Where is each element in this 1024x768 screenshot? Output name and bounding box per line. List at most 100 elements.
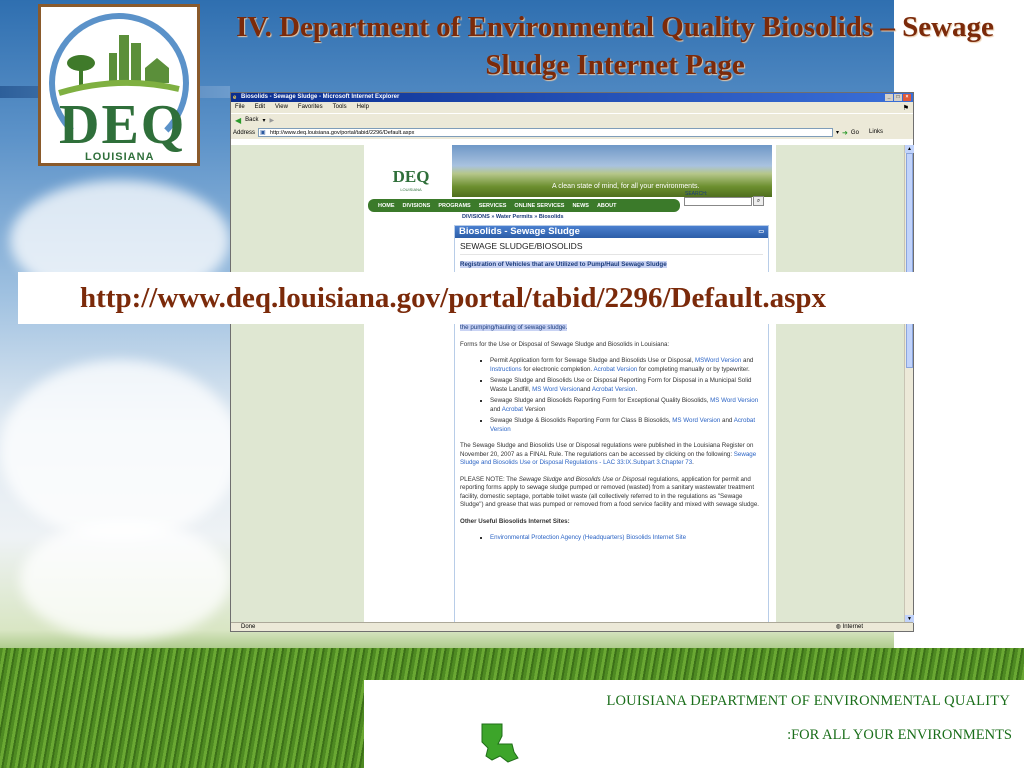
windows-flag-icon: ⚑ [902,105,909,112]
status-text: Done [241,624,256,630]
logo-subtext: LOUISIANA [85,151,155,163]
browser-toolbar: ◀ Back ▾ ▶ [231,113,913,126]
address-bar: Address ▣ http://www.deq.louisiana.gov/p… [231,126,913,139]
zone-text: Internet [842,624,863,630]
nav-programs[interactable]: PROGRAMS [438,203,470,209]
forms-intro: Forms for the Use or Disposal of Sewage … [460,340,670,348]
footer-org: LOUISIANA DEPARTMENT OF ENVIRONMENTAL QU… [606,693,1010,709]
go-arrow-icon[interactable]: ➜ [842,129,848,137]
address-label: Address [233,129,256,136]
menu-view[interactable]: View [275,102,288,113]
nav-news[interactable]: NEWS [572,203,589,209]
msword-link[interactable]: MS Word Version [532,386,580,393]
vertical-scrollbar[interactable]: ▲ ▼ [904,145,914,623]
list-item-text: Permit Application form for Sewage Sludg… [490,357,695,364]
list-item-text: for electronic completion. [521,365,594,373]
cloud [20,520,230,640]
other-sites-heading: Other Useful Biosolids Internet Sites: [460,517,570,525]
list-item: Environmental Protection Agency (Headqua… [490,534,763,543]
scroll-thumb[interactable] [906,153,913,368]
instructions-link[interactable]: Instructions [490,366,522,373]
browser-titlebar: e Biosolids - Sewage Sludge - Microsoft … [231,93,913,102]
list-item: Sewage Sludge and Biosolids Use or Dispo… [490,377,763,394]
list-item-text: Sewage Sludge and Biosolids Reporting Fo… [490,397,711,404]
page-viewport: DEQ LOUISIANA A clean state of mind, for… [231,145,905,623]
page-icon: ▣ [260,130,266,136]
panel-title: Biosolids - Sewage Sludge [459,226,580,237]
regulations-paragraph: The Sewage Sludge and Biosolids Use or D… [460,442,754,458]
nav-services[interactable]: SERVICES [479,203,507,209]
back-arrow-icon[interactable]: ◀ [235,116,241,125]
site-logo[interactable]: DEQ LOUISIANA [382,149,440,197]
acrobat-link[interactable]: Acrobat Version [592,386,636,393]
menu-edit[interactable]: Edit [255,102,265,113]
status-bar: Done ◍ Internet [231,622,913,631]
menu-favorites[interactable]: Favorites [298,102,323,113]
nav-about[interactable]: ABOUT [597,203,617,209]
msword-link[interactable]: MSWord Version [695,357,741,364]
note-text: PLEASE NOTE: The [460,475,519,483]
nav-online-services[interactable]: ONLINE SERVICES [514,203,564,209]
msword-link[interactable]: MS Word Version [672,417,720,424]
acrobat-link[interactable]: Acrobat Version [594,366,638,373]
acrobat-link[interactable]: Acrobat [502,406,523,413]
menu-file[interactable]: File [235,102,245,113]
footer-tagline: :FOR ALL YOUR ENVIRONMENTS [787,727,1012,743]
close-button[interactable]: × [903,94,911,101]
other-links-list: Environmental Protection Agency (Headqua… [490,534,763,543]
list-item: Sewage Sludge & Biosolids Reporting Form… [490,417,763,434]
menu-help[interactable]: Help [357,102,369,113]
site-nav: HOME DIVISIONS PROGRAMS SERVICES ONLINE … [368,199,680,212]
back-button[interactable]: Back [245,117,258,123]
forward-arrow-icon[interactable]: ▶ [270,117,275,124]
globe-icon: ◍ [835,624,843,630]
site-logo-sub: LOUISIANA [400,187,422,192]
chevron-down-icon[interactable]: ▾ [263,117,266,124]
msword-link[interactable]: MS Word Version [710,397,758,404]
forms-list: Permit Application form for Sewage Sludg… [490,357,763,434]
scroll-up-icon[interactable]: ▲ [905,145,914,153]
go-button[interactable]: Go [851,130,859,136]
address-input[interactable]: ▣ http://www.deq.louisiana.gov/portal/ta… [258,128,834,137]
page-heading: SEWAGE SLUDGE/BIOSOLIDS [460,242,763,255]
search-input[interactable] [684,197,752,206]
slide-title: IV. Department of Environmental Quality … [236,11,994,81]
list-item-text: and [720,417,734,424]
collapse-icon[interactable]: ▭ [758,226,764,238]
address-value: http://www.deq.louisiana.gov/portal/tabi… [270,130,415,136]
zone-indicator: ◍ Internet [836,623,863,632]
site-logo-text: DEQ [392,167,430,186]
minimize-button[interactable]: _ [885,94,893,101]
list-item-text: Sewage Sludge & Biosolids Reporting Form… [490,417,673,424]
list-item-text: and [580,385,592,393]
search-icon[interactable]: ⌕ [753,196,764,206]
web-page: DEQ LOUISIANA A clean state of mind, for… [364,145,776,623]
url-banner: http://www.deq.louisiana.gov/portal/tabi… [18,272,1024,324]
epa-link[interactable]: Environmental Protection Agency (Headqua… [490,534,686,541]
list-item-text: and [490,405,502,413]
menu-tools[interactable]: Tools [333,102,347,113]
panel-header: Biosolids - Sewage Sludge ▭ [455,226,768,238]
list-item: Sewage Sludge and Biosolids Reporting Fo… [490,397,763,414]
deq-logo: DEQ LOUISIANA [38,4,200,166]
window-title: Biosolids - Sewage Sludge - Microsoft In… [241,94,400,100]
list-item-text: Version [523,405,546,413]
note-emphasis: Sewage Sludge and Biosolids Use or Dispo… [518,475,646,483]
nav-home[interactable]: HOME [378,203,395,209]
list-item: Permit Application form for Sewage Sludg… [490,357,763,374]
breadcrumb[interactable]: DIVISIONS » Water Permits » Biosolids [462,214,564,220]
louisiana-state-icon [481,723,519,763]
list-item-text: . [635,385,638,393]
nav-divisions[interactable]: DIVISIONS [403,203,431,209]
site-banner: A clean state of mind, for all your envi… [452,145,772,197]
list-item-text: and [741,357,754,364]
logo-text: DEQ [59,94,187,156]
dropdown-arrow-icon[interactable]: ▾ [836,129,839,136]
site-tagline: A clean state of mind, for all your envi… [552,183,700,190]
registration-link[interactable]: Registration of Vehicles that are Utiliz… [460,260,667,268]
links-button[interactable]: Links [869,129,883,135]
maximize-button[interactable]: □ [894,94,902,101]
cloud [0,360,240,540]
menu-bar: File Edit View Favorites Tools Help ⚑ [231,102,913,113]
list-item-text: for completing manually or by typewriter… [637,365,750,373]
